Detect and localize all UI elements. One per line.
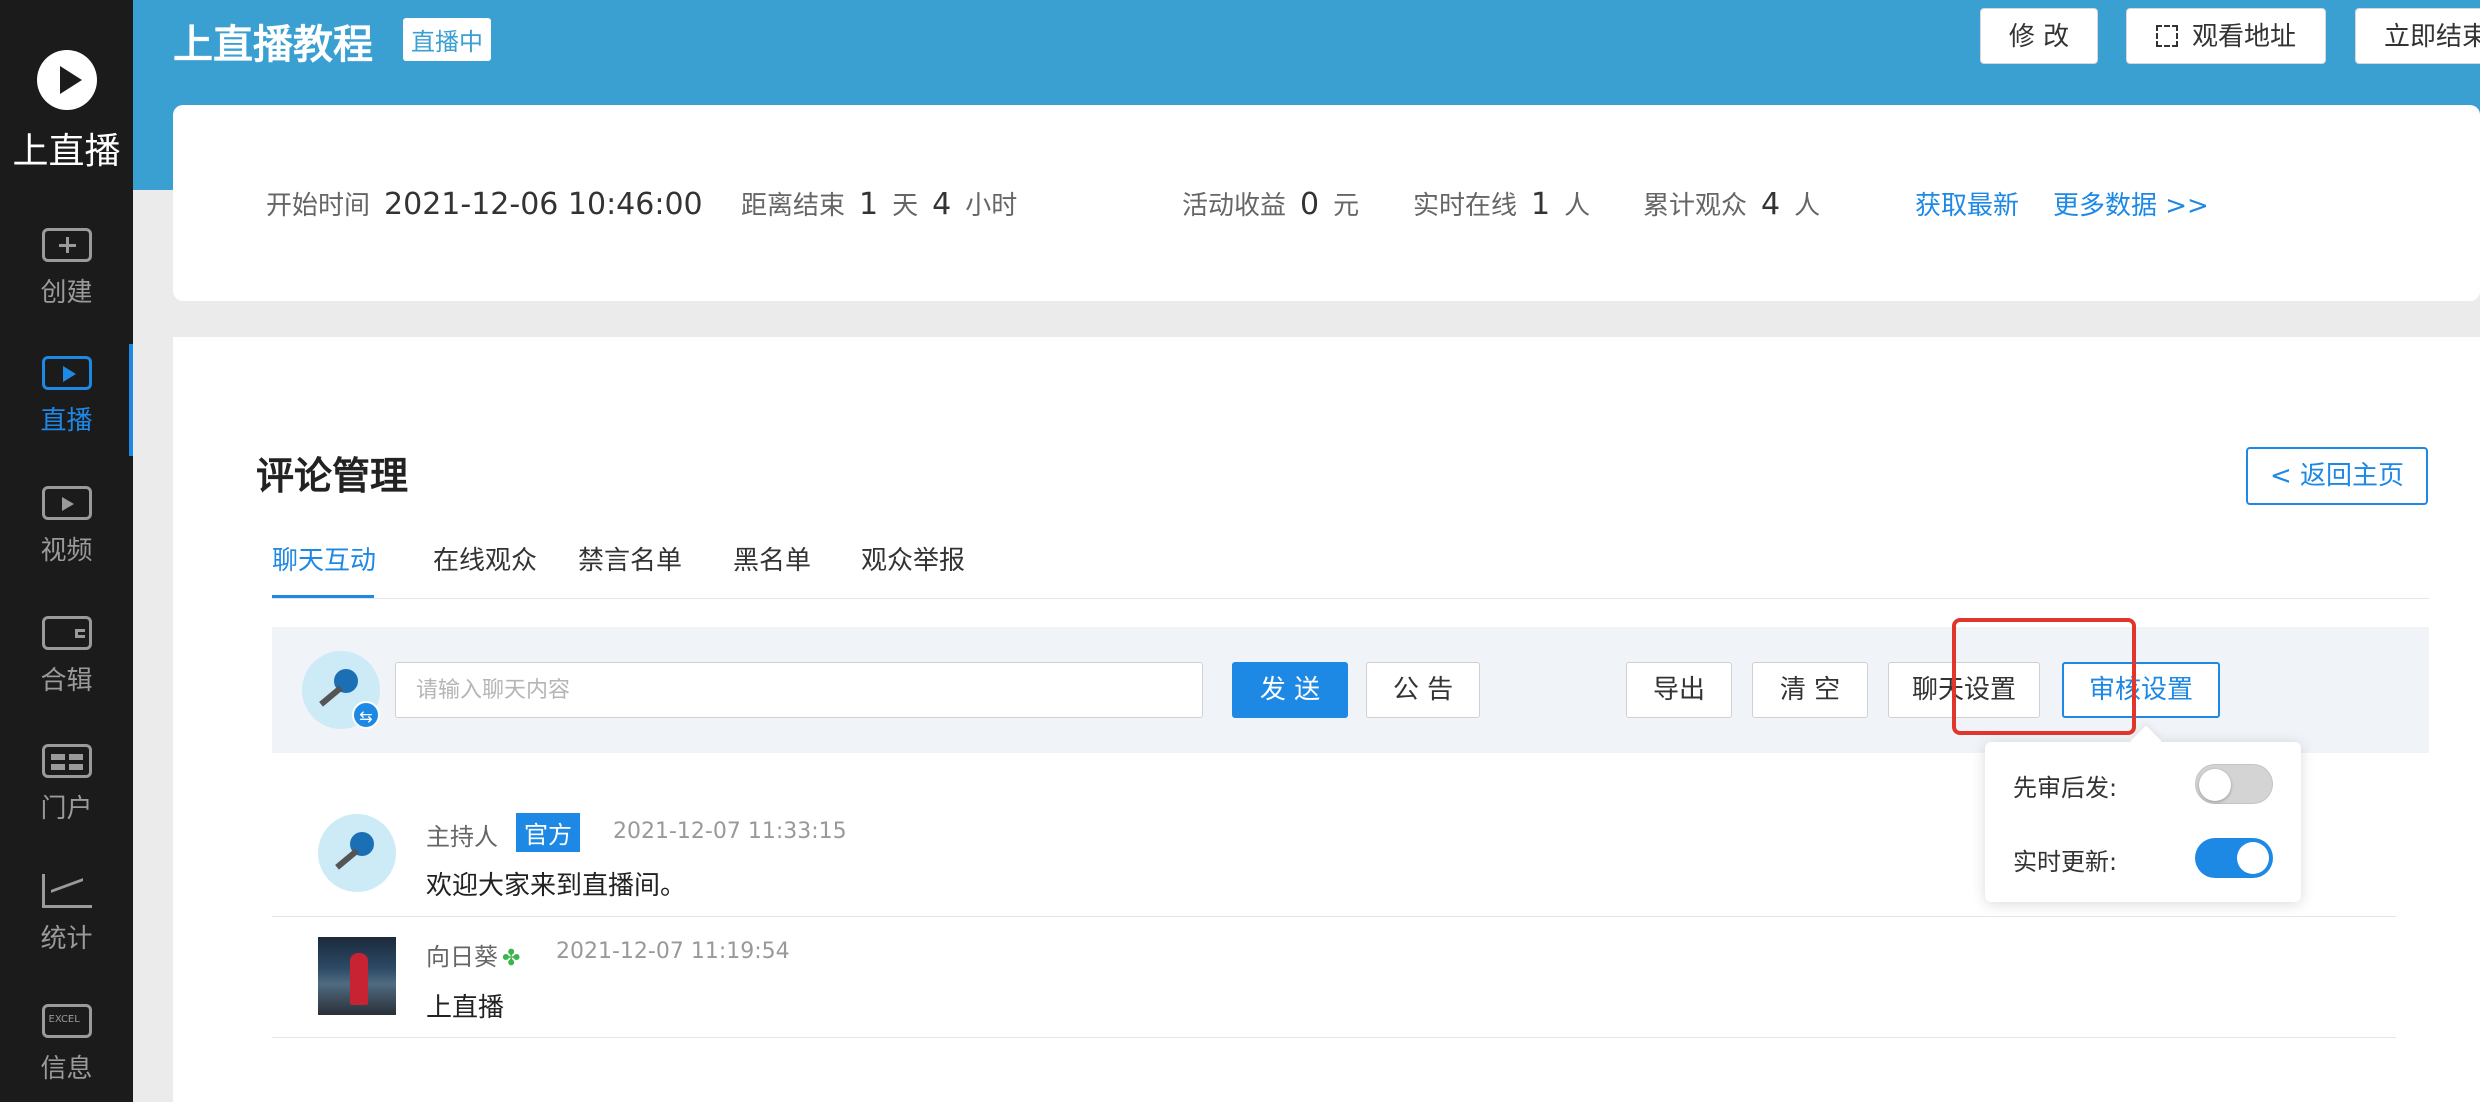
watch-url-label: 观看地址 (2191, 22, 2296, 52)
brand-logo[interactable]: 上直播 (0, 50, 133, 174)
revenue-stat: 活动收益 0 元 (1182, 185, 1359, 222)
key-shaft (335, 848, 359, 870)
sidebar-item-label: 创建 (40, 278, 93, 308)
stats-chart-icon (41, 874, 92, 908)
key-shaft (319, 685, 343, 707)
message-text: 上直播 (426, 993, 505, 1023)
sidebar-item-label: 视频 (40, 536, 93, 566)
online-value: 1 (1531, 187, 1551, 222)
message-time: 2021-12-07 11:33:15 (613, 819, 847, 844)
message-avatar (318, 937, 396, 1015)
tabs-divider (272, 598, 2429, 599)
toggle-knob (2199, 769, 2231, 801)
refresh-link[interactable]: 获取最新 (1915, 185, 2019, 222)
modify-button[interactable]: 修 改 (1980, 8, 2098, 64)
message-divider (272, 916, 2396, 917)
sidebar-item-video[interactable]: 视频 (0, 486, 133, 567)
brand-logo-icon (36, 50, 97, 110)
total-viewers-stat: 累计观众 4 人 (1643, 185, 1820, 222)
sidebar-item-collection[interactable]: 合辑 (0, 616, 133, 697)
message-text: 欢迎大家来到直播间。 (426, 871, 687, 901)
sidebar-item-create[interactable]: 创建 (0, 228, 133, 309)
sidebar-item-label: 门户 (40, 794, 93, 824)
tab-mute-list[interactable]: 禁言名单 (578, 540, 682, 577)
message-author: 主持人 (426, 823, 498, 851)
portal-icon (41, 744, 92, 778)
page-title: 上直播教程 (173, 22, 373, 68)
clear-button[interactable]: 清 空 (1752, 662, 1868, 718)
revenue-value: 0 (1300, 187, 1320, 222)
clover-icon: ✤ (502, 946, 521, 971)
start-time-stat: 开始时间 2021-12-06 10:46:00 (266, 185, 717, 222)
sidebar-item-live[interactable]: 直播 (0, 344, 133, 456)
more-data-link[interactable]: 更多数据 >> (2053, 185, 2209, 222)
sidebar-item-label: 统计 (40, 924, 93, 954)
start-time-value: 2021-12-06 10:46:00 (384, 187, 703, 222)
review-first-toggle[interactable] (2195, 764, 2273, 804)
message-time: 2021-12-07 11:19:54 (556, 939, 790, 964)
countdown-label: 距离结束 (741, 191, 846, 221)
sidebar-item-portal[interactable]: 门户 (0, 744, 133, 825)
online-stat: 实时在线 1 人 (1413, 185, 1590, 222)
message-author: 向日葵 ✤ (426, 943, 521, 971)
total-viewers-value: 4 (1761, 187, 1781, 222)
realtime-update-label: 实时更新: (2013, 848, 2118, 876)
film-icon (41, 486, 92, 520)
live-play-icon (41, 356, 92, 390)
notice-button[interactable]: 公 告 (1366, 662, 1480, 718)
message-avatar (318, 814, 396, 892)
comments-panel: 评论管理 < 返回主页 聊天互动 在线观众 禁言名单 黑名单 观众举报 ⇆ 发 … (173, 337, 2480, 1102)
days-unit: 天 (892, 191, 919, 221)
online-label: 实时在线 (1413, 191, 1518, 221)
countdown-days: 1 (859, 187, 879, 222)
tab-blacklist[interactable]: 黑名单 (733, 540, 811, 577)
sidebar: 上直播 创建 直播 视频 合辑 门户 统计 信息 (0, 0, 133, 1102)
message-divider (272, 1037, 2396, 1038)
sidebar-item-stats[interactable]: 统计 (0, 874, 133, 955)
tab-online-viewers[interactable]: 在线观众 (433, 540, 537, 577)
sidebar-item-label: 信息 (40, 1054, 93, 1084)
sidebar-item-info[interactable]: 信息 (0, 1004, 133, 1085)
sidebar-item-label: 直播 (40, 406, 93, 436)
watch-url-button[interactable]: 观看地址 (2126, 8, 2326, 64)
realtime-update-toggle[interactable] (2195, 838, 2273, 878)
start-time-label: 开始时间 (266, 191, 371, 221)
wallet-icon (41, 616, 92, 650)
hours-unit: 小时 (965, 191, 1018, 221)
highlight-annotation (1952, 618, 2136, 735)
revenue-label: 活动收益 (1182, 191, 1287, 221)
tab-chat[interactable]: 聊天互动 (272, 540, 376, 577)
brand-name: 上直播 (12, 131, 121, 172)
review-settings-popover: 先审后发: 实时更新: (1985, 742, 2301, 902)
send-button[interactable]: 发 送 (1232, 662, 1348, 718)
back-home-button[interactable]: < 返回主页 (2246, 447, 2428, 505)
online-unit: 人 (1564, 191, 1591, 221)
section-title: 评论管理 (256, 454, 409, 498)
scan-icon (2155, 25, 2178, 47)
end-live-button[interactable]: 立即结束 (2355, 8, 2480, 64)
tab-viewer-reports[interactable]: 观众举报 (861, 540, 965, 577)
total-viewers-label: 累计观众 (1643, 191, 1748, 221)
countdown-stat: 距离结束 1 天 4 小时 (741, 185, 1017, 222)
review-first-label: 先审后发: (2013, 774, 2118, 802)
live-status-badge: 直播中 (403, 18, 491, 61)
countdown-hours: 4 (932, 187, 952, 222)
total-viewers-unit: 人 (1794, 191, 1821, 221)
plus-box-icon (41, 228, 92, 262)
revenue-unit: 元 (1333, 191, 1360, 221)
chat-input[interactable] (395, 662, 1203, 718)
toggle-knob (2237, 842, 2269, 874)
sidebar-item-label: 合辑 (40, 666, 93, 696)
stats-card: 开始时间 2021-12-06 10:46:00 距离结束 1 天 4 小时 活动收益 0 元… (173, 105, 2480, 301)
export-button[interactable]: 导出 (1626, 662, 1732, 718)
excel-icon (41, 1004, 92, 1038)
switch-identity-icon[interactable]: ⇆ (352, 701, 380, 729)
official-badge: 官方 (516, 813, 580, 852)
